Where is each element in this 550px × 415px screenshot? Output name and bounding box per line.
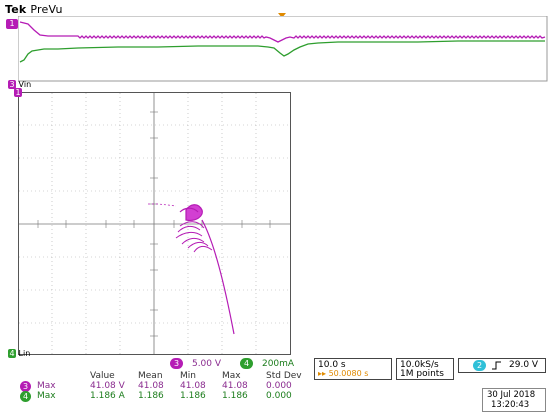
date-label: 30 Jul 2018 (487, 390, 536, 400)
meas-row2-std: 0.000 (266, 391, 292, 401)
lin-label: Lin (18, 349, 31, 358)
meas-row2-min: 1.186 (180, 391, 206, 401)
meas-row2-value: 1.186 A (90, 391, 125, 401)
ch3-scale-badge: 3 (170, 358, 184, 369)
col-header-std-dev: Std Dev (266, 371, 302, 381)
yt-waveform-display (18, 16, 548, 82)
ch1-xy-marker: 1 (14, 88, 22, 97)
col-header-value: Value (90, 371, 115, 381)
ch1-ground-marker: 1 (6, 19, 18, 29)
trigger-level: 29.0 V (509, 360, 539, 370)
horizontal-position: ▸▸ 50.0080 s (318, 369, 369, 378)
brand-name: Tek (5, 3, 27, 16)
meas-row1-std: 0.000 (266, 381, 292, 391)
meas-row2-badge: 4 (20, 391, 32, 402)
ch3-scale-value: 5.00 V (191, 359, 222, 369)
rising-edge-icon (492, 361, 501, 370)
acquisition-readout[interactable]: 10.0kS/s 1M points (396, 358, 454, 380)
ch4-scale-badge: 4 (240, 358, 254, 369)
meas-row2-mean: 1.186 (138, 391, 164, 401)
trigger-readout[interactable]: 2 29.0 V (458, 358, 546, 373)
date-time-readout: 30 Jul 2018 13:20:43 (482, 388, 546, 412)
meas-row2-max: 1.186 (222, 391, 248, 401)
mode-label: PreVu (30, 3, 63, 16)
meas-row1-min: 41.08 (180, 381, 206, 391)
meas-row1-mean: 41.08 (138, 381, 164, 391)
ch4-scale-value: 200mA (261, 359, 295, 369)
brand-label: Tek PreVu (5, 3, 63, 16)
ch3-scale-readout[interactable]: 3 5.00 V (170, 358, 221, 369)
timebase-readout[interactable]: 10.0 s ▸▸ 50.0080 s (314, 358, 392, 380)
meas-row1-name: Max (37, 381, 56, 391)
measurements-table: Value Mean Min Max Std Dev 3 Max 41.08 V… (20, 371, 320, 415)
time-label: 13:20:43 (491, 400, 530, 410)
record-length: 1M points (400, 369, 444, 379)
meas-row1-max: 41.08 (222, 381, 248, 391)
ch4-badge: 4 (8, 349, 16, 358)
col-header-mean: Mean (138, 371, 163, 381)
meas-row1-value: 41.08 V (90, 381, 125, 391)
col-header-max: Max (222, 371, 241, 381)
xy-plot-display (18, 92, 291, 355)
trigger-source-badge: 2 (473, 360, 487, 371)
col-header-min: Min (180, 371, 196, 381)
ch4-scale-readout[interactable]: 4 200mA (240, 358, 294, 369)
meas-row2-name: Max (37, 391, 56, 401)
lin-channel-label: 4 Lin (8, 349, 30, 358)
